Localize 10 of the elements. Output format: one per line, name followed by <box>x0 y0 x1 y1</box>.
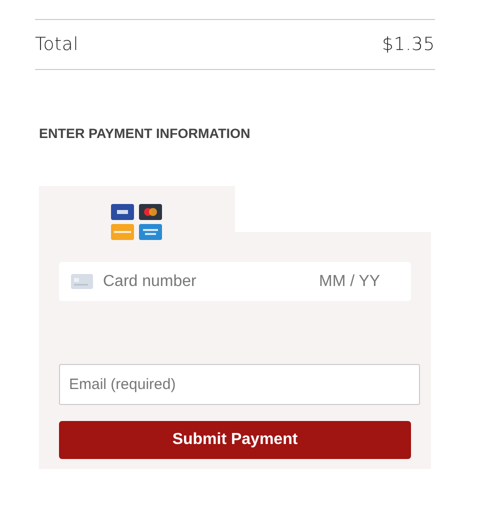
payment-heading: ENTER PAYMENT INFORMATION <box>39 126 250 141</box>
submit-payment-button[interactable]: Submit Payment <box>59 421 411 459</box>
card-field[interactable]: Card number MM / YY <box>59 262 411 301</box>
total-label: Total <box>35 34 79 55</box>
card-number-field[interactable]: Card number <box>103 272 309 290</box>
card-logos-icon <box>111 204 163 241</box>
credit-card-icon <box>71 274 93 289</box>
total-amount: $1.35 <box>382 34 435 55</box>
email-field[interactable]: Email (required) <box>59 364 420 405</box>
expiry-field[interactable]: MM / YY <box>319 272 391 290</box>
